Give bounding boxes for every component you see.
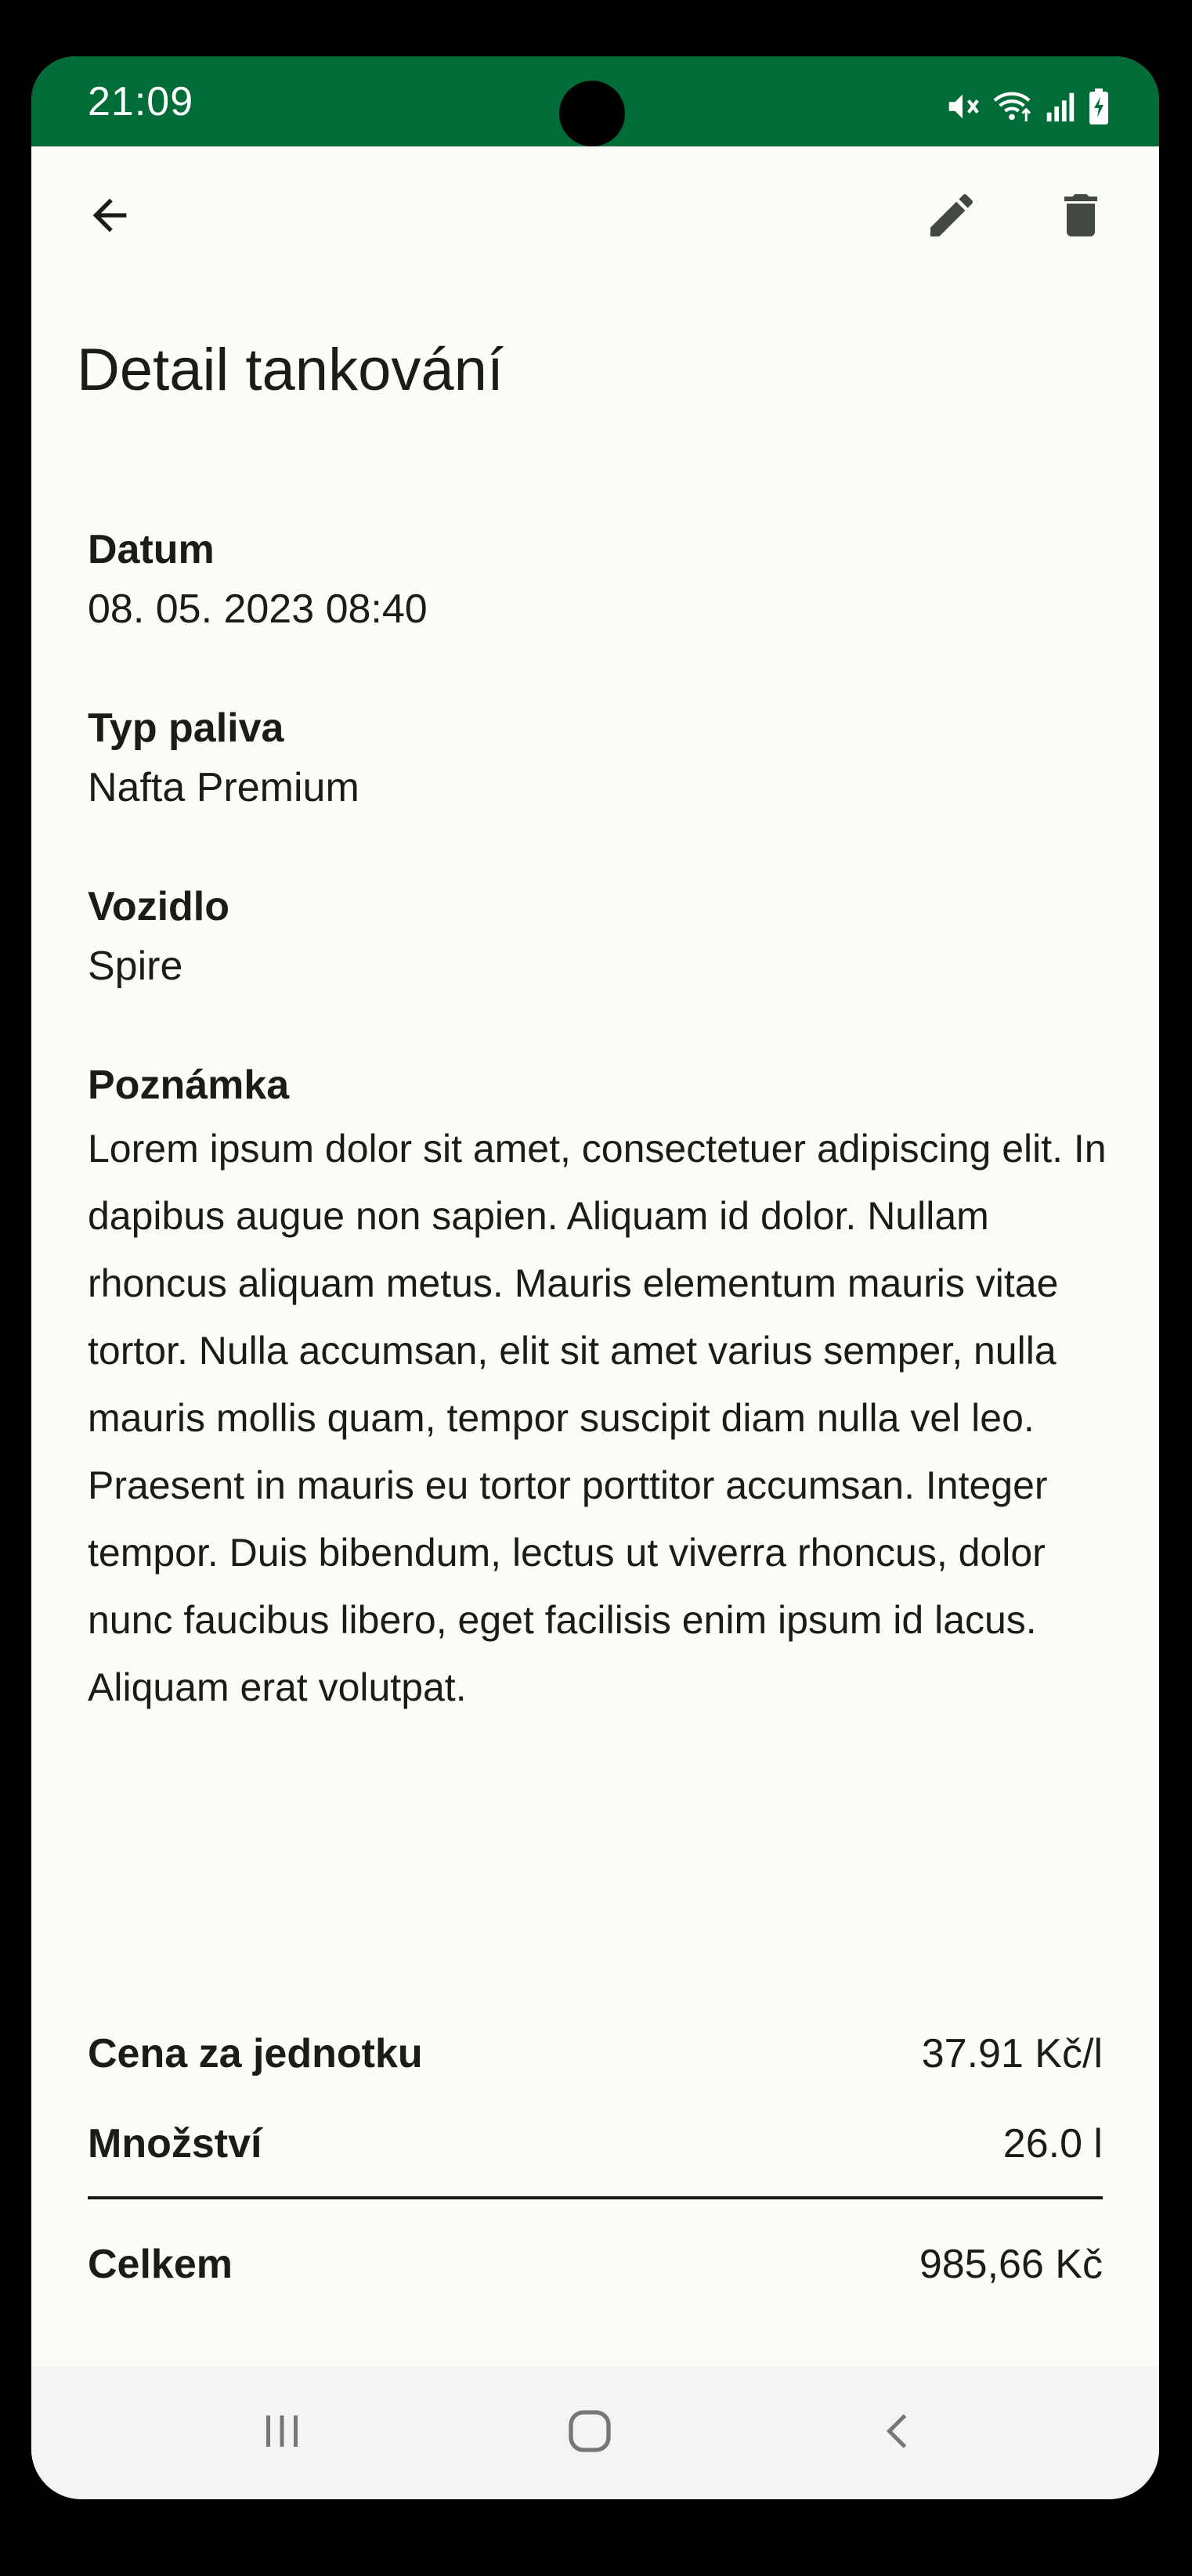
app-bar [31, 146, 1159, 287]
delete-button[interactable] [1042, 178, 1120, 256]
total-label: Celkem [88, 2242, 233, 2287]
battery-charging-icon [1087, 88, 1111, 125]
system-back-button[interactable] [856, 2390, 942, 2476]
total-value: 985,66 Kč [919, 2242, 1103, 2287]
note-value: Lorem ipsum dolor sit amet, consectetuer… [88, 1127, 1107, 1709]
edit-button[interactable] [912, 178, 991, 256]
recent-apps-button[interactable] [239, 2390, 325, 2476]
fuel-type-label: Typ paliva [88, 705, 284, 751]
vehicle-value: Spire [88, 943, 183, 989]
mute-icon [945, 88, 981, 124]
page-title: Detail tankování [77, 337, 504, 403]
status-icons [945, 88, 1111, 125]
note-label: Poznámka [88, 1063, 290, 1108]
quantity-value: 26.0 l [1002, 2121, 1103, 2167]
back-button[interactable] [70, 178, 149, 256]
unit-price-value: 37.91 Kč/l [921, 2031, 1103, 2076]
screen: 21:09 Detail tankování Datum 08. 05. 202… [31, 56, 1159, 2499]
fuel-type-section: Typ paliva Nafta Premium [88, 698, 1106, 817]
front-camera [559, 81, 625, 146]
arrow-back-icon [85, 190, 135, 244]
recent-apps-icon [258, 2408, 305, 2459]
date-label: Datum [88, 527, 215, 572]
vehicle-label: Vozidlo [88, 884, 230, 929]
signal-icon [1045, 88, 1076, 124]
vehicle-section: Vozidlo Spire [88, 877, 1106, 996]
unit-price-row: Cena za jednotku 37.91 Kč/l [88, 2022, 1103, 2085]
back-icon [876, 2408, 923, 2459]
device-frame: 21:09 Detail tankování Datum 08. 05. 202… [0, 0, 1192, 2576]
status-time: 21:09 [88, 79, 194, 124]
wifi-icon [992, 88, 1034, 124]
date-section: Datum 08. 05. 2023 08:40 [88, 520, 1106, 639]
trash-icon [1053, 187, 1109, 247]
unit-price-label: Cena za jednotku [88, 2031, 423, 2076]
note-section: Poznámka Lorem ipsum dolor sit amet, con… [88, 1055, 1107, 1721]
pencil-icon [923, 187, 980, 247]
home-icon [565, 2406, 615, 2460]
system-nav-bar [31, 2366, 1159, 2499]
summary-divider [88, 2196, 1103, 2199]
status-bar: 21:09 [31, 56, 1159, 146]
quantity-label: Množství [88, 2121, 262, 2167]
quantity-row: Množství 26.0 l [88, 2112, 1103, 2175]
home-button[interactable] [547, 2390, 633, 2476]
total-row: Celkem 985,66 Kč [88, 2233, 1103, 2296]
date-value: 08. 05. 2023 08:40 [88, 586, 428, 632]
fuel-type-value: Nafta Premium [88, 765, 359, 810]
